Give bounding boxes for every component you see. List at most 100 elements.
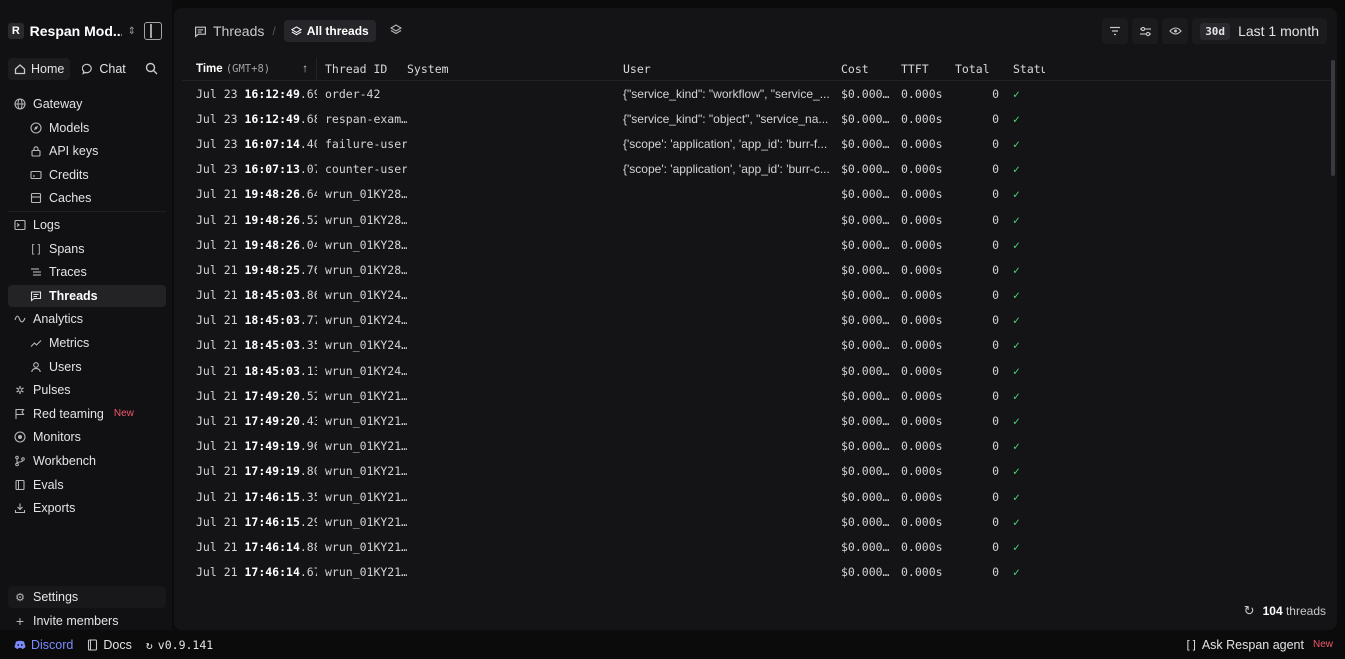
nav-label: API keys xyxy=(49,144,99,159)
col-user[interactable]: User xyxy=(623,62,839,76)
table-row[interactable]: Jul 21 18:45:03.358 wrun_01KY24… $0.000… 0.… xyxy=(182,333,1332,358)
table-row[interactable]: Jul 21 17:49:19.962 wrun_01KY21… $0.000… 0.… xyxy=(182,434,1332,459)
nav-gateway[interactable]: Gateway xyxy=(8,93,166,115)
layers-off-icon[interactable] xyxy=(389,23,402,39)
date-range-picker[interactable]: 30d Last 1 month xyxy=(1192,18,1327,44)
cell-hms: 19:48:26 xyxy=(244,212,300,227)
cell-total: 0 xyxy=(992,86,999,101)
table-row[interactable]: Jul 21 17:46:14.677 wrun_01KY21… $0.000… 0.… xyxy=(182,560,1332,585)
table-row[interactable]: Jul 23 16:07:13.076 counter-user {'scope':… xyxy=(182,157,1332,182)
nav-analytics[interactable]: Analytics xyxy=(8,308,166,330)
filter-button[interactable] xyxy=(1102,18,1129,44)
col-ttft[interactable]: TTFT xyxy=(893,62,947,76)
table-row[interactable]: Jul 21 17:49:20.526 wrun_01KY21… $0.000… 0.… xyxy=(182,383,1332,408)
nav-users[interactable]: Users xyxy=(8,356,166,378)
top-nav: Home Chat xyxy=(8,58,132,80)
check-icon: ✓ xyxy=(1013,162,1020,177)
cell-total: 0 xyxy=(992,338,999,353)
chat-button[interactable]: Chat xyxy=(76,58,131,80)
col-cost[interactable]: Cost xyxy=(839,62,893,76)
check-icon: ✓ xyxy=(1013,111,1020,126)
col-thread-id[interactable]: Thread ID xyxy=(317,62,407,76)
nav-monitors[interactable]: Monitors xyxy=(8,426,166,448)
table-row[interactable]: Jul 21 17:49:20.433 wrun_01KY21… $0.000… 0.… xyxy=(182,408,1332,433)
cell-hms: 17:46:14 xyxy=(244,539,300,554)
nav-label: Users xyxy=(49,359,82,374)
search-icon[interactable] xyxy=(145,62,158,75)
nav-models[interactable]: Models xyxy=(8,117,166,139)
nav-evals[interactable]: Evals xyxy=(8,474,166,496)
col-system[interactable]: System xyxy=(407,62,623,76)
nav-pulses[interactable]: ✲ Pulses xyxy=(8,379,166,401)
refresh-icon[interactable]: ↻ xyxy=(1244,603,1255,619)
check-icon: ✓ xyxy=(1013,338,1020,353)
docs-label: Docs xyxy=(103,637,132,652)
cell-total: 0 xyxy=(992,565,999,580)
sidebar-toggle-icon[interactable] xyxy=(144,22,162,40)
ask-agent-button[interactable]: [ ] Ask Respan agent New xyxy=(1187,638,1333,652)
col-status[interactable]: Status xyxy=(1005,62,1045,76)
table-row[interactable]: Jul 21 19:48:26.649 wrun_01KY28… $0.000… 0.… xyxy=(182,182,1332,207)
cell-ms: .291 xyxy=(299,514,317,529)
table-row[interactable]: Jul 21 17:46:14.888 wrun_01KY21… $0.000… 0.… xyxy=(182,534,1332,559)
table-row[interactable]: Jul 21 17:49:19.807 wrun_01KY21… $0.000… 0.… xyxy=(182,459,1332,484)
cell-date: Jul 23 xyxy=(196,111,238,126)
view-selector[interactable]: All threads xyxy=(283,20,376,42)
breadcrumb-threads[interactable]: Threads xyxy=(194,23,264,39)
workspace-switcher[interactable]: R Respan Mod... ⇕ xyxy=(8,18,136,44)
home-button[interactable]: Home xyxy=(8,58,71,80)
table-row[interactable]: Jul 23 16:12:49.683 respan-exam… {"service… xyxy=(182,106,1332,131)
cell-ms: .649 xyxy=(299,187,317,202)
footer-bar: Discord Docs ↻ v0.9.141 [ ] Ask Respan a… xyxy=(0,630,1345,659)
table-row[interactable]: Jul 21 17:46:15.291 wrun_01KY21… $0.000… 0.… xyxy=(182,509,1332,534)
table-row[interactable]: Jul 21 18:45:03.136 wrun_01KY24… $0.000… 0.… xyxy=(182,358,1332,383)
nav-label: Evals xyxy=(33,477,64,492)
cell-thread-id: counter-user xyxy=(325,162,407,177)
col-total[interactable]: Total xyxy=(947,62,1005,76)
nav-invite-members[interactable]: + Invite members xyxy=(8,610,166,632)
cell-hms: 16:12:49 xyxy=(244,86,300,101)
table-row[interactable]: Jul 21 19:48:26.525 wrun_01KY28… $0.000… 0.… xyxy=(182,207,1332,232)
nav-spans[interactable]: [ ] Spans xyxy=(8,238,166,260)
nav-api-keys[interactable]: API keys xyxy=(8,140,166,162)
cell-total: 0 xyxy=(992,388,999,403)
view-toggle-button[interactable] xyxy=(1162,18,1189,44)
table-row[interactable]: Jul 23 16:07:14.403 failure-user {'scope':… xyxy=(182,131,1332,156)
nav-settings[interactable]: ⚙ Settings xyxy=(8,586,166,608)
nav-threads[interactable]: Threads xyxy=(8,284,166,307)
nav-exports[interactable]: Exports xyxy=(8,497,166,519)
cell-hms: 19:48:26 xyxy=(244,237,300,252)
nav-label: Models xyxy=(49,120,90,135)
thread-count-value: 104 xyxy=(1262,604,1283,618)
check-icon: ✓ xyxy=(1013,212,1020,227)
table-row[interactable]: Jul 21 19:48:25.761 wrun_01KY28… $0.000… 0.… xyxy=(182,257,1332,282)
discord-link[interactable]: Discord xyxy=(14,638,73,652)
nav-red-teaming[interactable]: Red teaming New xyxy=(8,403,166,425)
nav-metrics[interactable]: Metrics xyxy=(8,332,166,354)
cell-ttft: 0.000s xyxy=(901,363,943,378)
cell-hms: 18:45:03 xyxy=(244,338,300,353)
arrow-up-icon[interactable]: ↑ xyxy=(302,63,308,75)
nav-workbench[interactable]: Workbench xyxy=(8,450,166,472)
nav-credits[interactable]: Credits xyxy=(8,164,166,186)
settings-button[interactable] xyxy=(1132,18,1159,44)
new-badge: New xyxy=(1312,639,1333,650)
table-row[interactable]: Jul 21 17:46:15.355 wrun_01KY21… $0.000… 0.… xyxy=(182,484,1332,509)
book-icon xyxy=(14,479,26,491)
table-row[interactable]: Jul 21 18:45:03.862 wrun_01KY24… $0.000… 0.… xyxy=(182,283,1332,308)
nav-label: Spans xyxy=(49,241,85,256)
nav-traces[interactable]: Traces xyxy=(8,261,166,283)
cell-ms: .683 xyxy=(299,111,317,126)
docs-link[interactable]: Docs xyxy=(87,637,132,652)
table-row[interactable]: Jul 21 19:48:26.042 wrun_01KY28… $0.000… 0.… xyxy=(182,232,1332,257)
cell-cost: $0.000… xyxy=(841,136,890,151)
version-link[interactable]: ↻ v0.9.141 xyxy=(146,638,213,652)
table-row[interactable]: Jul 21 18:45:03.770 wrun_01KY24… $0.000… 0.… xyxy=(182,308,1332,333)
nav-caches[interactable]: Caches xyxy=(8,187,166,209)
table-row[interactable]: Jul 23 16:12:49.695 order-42 {"service_kin… xyxy=(182,81,1332,106)
cell-hms: 17:49:19 xyxy=(244,439,300,454)
nav-logs[interactable]: Logs xyxy=(8,214,166,236)
col-time[interactable]: Time (GMT+8) ↑ xyxy=(182,58,317,80)
table-scrollbar[interactable] xyxy=(1331,60,1335,176)
thread-count: 104 threads xyxy=(1263,604,1326,618)
